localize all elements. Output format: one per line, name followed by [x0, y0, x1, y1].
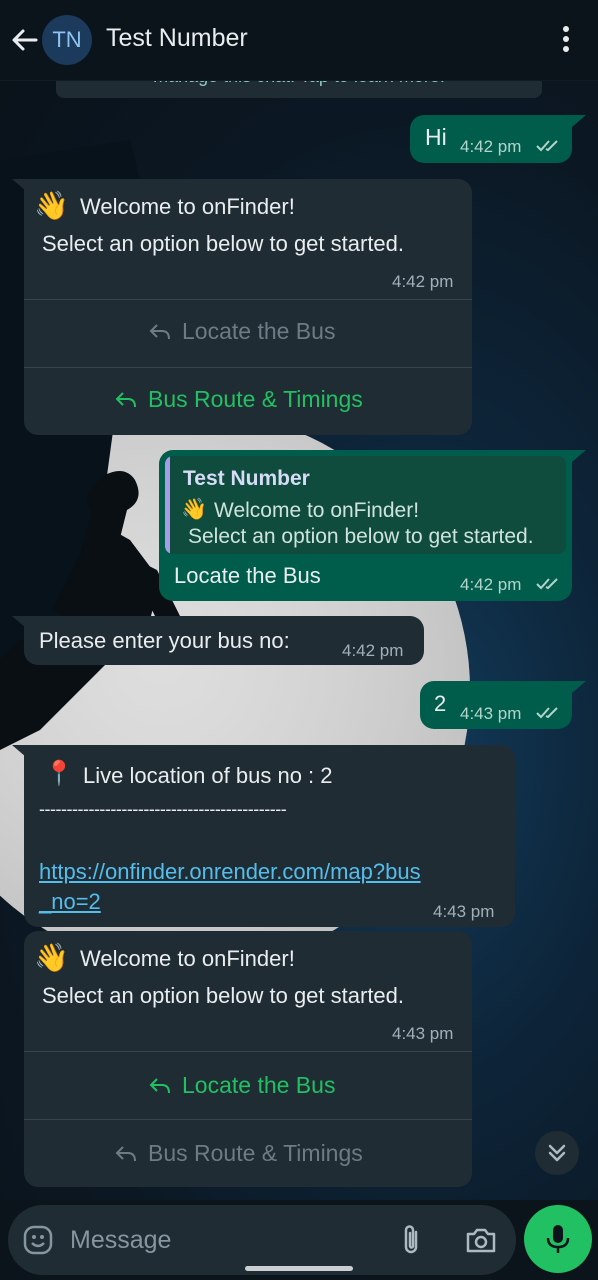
- message-incoming[interactable]: Please enter your bus no: 4:42 pm: [12, 616, 424, 665]
- quote-line: Welcome to onFinder!: [214, 499, 420, 522]
- option-bus-route-timings[interactable]: Bus Route & Timings: [114, 386, 363, 413]
- wave-emoji: 👋: [34, 190, 69, 221]
- voice-record-button[interactable]: [524, 1205, 592, 1273]
- message-line: Welcome to onFinder!: [80, 946, 295, 971]
- divider: [24, 299, 472, 300]
- message-time: 4:42 pm: [460, 575, 522, 594]
- message-text: Please enter your bus no:: [39, 628, 290, 653]
- double-check-icon: [536, 707, 558, 719]
- reply-icon: [149, 323, 170, 339]
- message-incoming-link[interactable]: 📍 Live location of bus no : 2 ----------…: [12, 745, 515, 927]
- message-composer: Message: [8, 1205, 516, 1275]
- message-time: 4:42 pm: [342, 641, 404, 660]
- message-line: Welcome to onFinder!: [80, 194, 295, 219]
- divider: [24, 1051, 472, 1052]
- gesture-nav-bar[interactable]: [245, 1266, 353, 1271]
- quoted-message[interactable]: Test Number 👋 Welcome to onFinder! Selec…: [165, 456, 566, 554]
- map-link-continued[interactable]: _no=2: [39, 886, 101, 917]
- reply-icon: [149, 1077, 170, 1093]
- message-time: 4:43 pm: [433, 902, 495, 921]
- message-incoming-interactive: 👋 Welcome to onFinder! Select an option …: [12, 179, 472, 435]
- emoji-icon[interactable]: [22, 1224, 54, 1256]
- message-time: 4:42 pm: [460, 137, 522, 156]
- message-time: 4:43 pm: [460, 704, 522, 723]
- option-locate-bus[interactable]: Locate the Bus: [148, 1072, 335, 1099]
- message-time: 4:42 pm: [392, 272, 454, 291]
- message-outgoing[interactable]: 2 4:43 pm: [420, 681, 586, 729]
- message-line: Select an option below to get started.: [42, 983, 405, 1008]
- message-text: Hi: [425, 124, 447, 150]
- option-locate-bus-disabled[interactable]: Locate the Bus: [148, 318, 335, 345]
- reply-icon: [115, 1145, 136, 1161]
- divider: [24, 367, 472, 368]
- option-bus-route-timings-disabled[interactable]: Bus Route & Timings: [114, 1140, 363, 1167]
- back-arrow-icon[interactable]: [10, 24, 38, 56]
- wave-emoji: 👋: [34, 942, 69, 973]
- camera-icon[interactable]: [464, 1224, 498, 1256]
- message-outgoing[interactable]: Hi 4:42 pm: [410, 115, 586, 163]
- message-text: 2: [434, 691, 447, 716]
- message-line: Select an option below to get started.: [42, 231, 405, 256]
- reply-icon: [115, 391, 136, 407]
- mic-icon: [546, 1225, 570, 1253]
- message-outgoing-reply[interactable]: Test Number 👋 Welcome to onFinder! Selec…: [159, 450, 586, 601]
- contact-avatar[interactable]: TN: [42, 15, 92, 65]
- contact-name[interactable]: Test Number: [106, 24, 248, 53]
- message-time: 4:43 pm: [392, 1024, 454, 1043]
- paperclip-icon[interactable]: [396, 1223, 426, 1257]
- message-text: Locate the Bus: [174, 563, 321, 588]
- quote-author: Test Number: [183, 467, 310, 490]
- map-link[interactable]: https://onfinder.onrender.com/map?bus: [39, 856, 421, 887]
- quote-line: Select an option below to get started.: [188, 525, 534, 548]
- quote-emoji: 👋: [181, 498, 208, 521]
- scroll-to-bottom-button[interactable]: [535, 1131, 579, 1175]
- chat-header: TN Test Number: [0, 0, 598, 81]
- message-incoming-interactive: 👋 Welcome to onFinder! Select an option …: [24, 931, 472, 1187]
- double-check-icon: [536, 140, 558, 152]
- chevrons-down-icon: [548, 1144, 566, 1162]
- separator-line: ----------------------------------------…: [39, 799, 287, 819]
- more-vert-icon[interactable]: [556, 26, 576, 56]
- message-line: Live location of bus no : 2: [83, 763, 333, 788]
- double-check-icon: [536, 578, 558, 590]
- message-input[interactable]: Message: [70, 1226, 171, 1255]
- divider: [24, 1119, 472, 1120]
- pin-emoji: 📍: [44, 760, 74, 787]
